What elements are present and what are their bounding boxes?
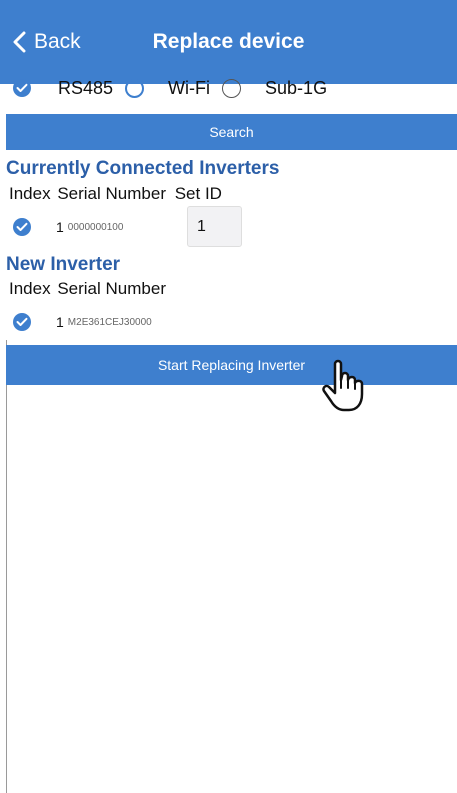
row-checked-icon[interactable] xyxy=(13,218,31,236)
index-header: Index xyxy=(9,184,51,203)
wifi-radio-icon[interactable] xyxy=(125,78,145,98)
new-inverter-row[interactable]: 1 M2E361CEJ30000 xyxy=(0,312,457,332)
start-replacing-button[interactable]: Start Replacing Inverter xyxy=(6,345,457,385)
set-id-input[interactable]: 1 xyxy=(187,206,242,247)
row-serial-number: M2E361CEJ30000 xyxy=(67,316,152,328)
start-replacing-label: Start Replacing Inverter xyxy=(157,357,306,373)
row-index: 1 xyxy=(56,219,64,235)
search-button-label: Search xyxy=(209,124,254,140)
connection-type-selector: RS485 Wi-Fi Sub-1G xyxy=(0,68,457,108)
new-inverter-header: Index Serial Number xyxy=(9,279,166,299)
left-divider xyxy=(6,340,7,793)
row-serial-number: 0000000100 xyxy=(67,221,124,233)
search-button[interactable]: Search xyxy=(6,114,457,150)
current-inverters-header: Index Serial Number Set ID xyxy=(9,184,222,204)
wifi-label[interactable]: Wi-Fi xyxy=(168,78,210,99)
set-id-header: Set ID xyxy=(174,184,222,203)
serial-number-header: Serial Number xyxy=(57,279,166,298)
row-index: 1 xyxy=(56,314,64,330)
replace-device-screen: Back Replace device RS485 Wi-Fi Sub-1G S… xyxy=(0,0,457,793)
sub1g-label[interactable]: Sub-1G xyxy=(265,78,327,99)
hand-pointer-icon xyxy=(321,356,375,419)
sub1g-radio-icon[interactable] xyxy=(222,78,242,98)
rs485-label[interactable]: RS485 xyxy=(58,78,113,99)
current-inverters-title: Currently Connected Inverters xyxy=(6,158,280,179)
row-checked-icon[interactable] xyxy=(13,313,31,331)
serial-number-header: Serial Number xyxy=(57,184,166,203)
page-title: Replace device xyxy=(152,30,305,53)
new-inverter-title: New Inverter xyxy=(6,254,121,275)
rs485-radio-checked-icon[interactable] xyxy=(13,79,31,97)
index-header: Index xyxy=(9,279,51,298)
